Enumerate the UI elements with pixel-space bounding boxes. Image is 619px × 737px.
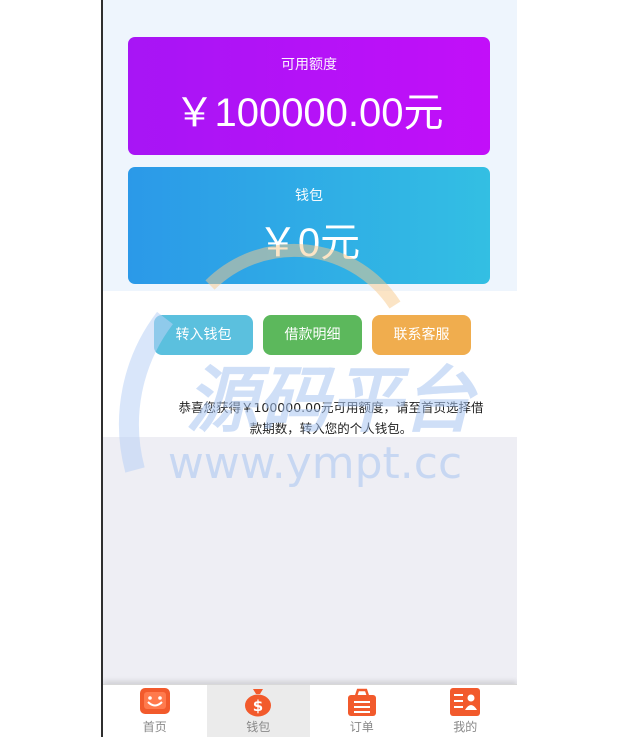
wallet-page: 可用额度 ￥100000.00元 钱包 ￥0元 转入钱包 借款明细 联系客服 恭…	[103, 0, 517, 737]
loan-detail-button[interactable]: 借款明细	[263, 315, 362, 355]
contact-service-button[interactable]: 联系客服	[372, 315, 471, 355]
svg-text:$: $	[253, 697, 263, 715]
action-section: 转入钱包 借款明细 联系客服 恭喜您获得￥100000.00元可用额度，请至首页…	[103, 291, 517, 437]
available-quota-card: 可用额度 ￥100000.00元	[128, 37, 490, 155]
tab-home[interactable]: 首页	[103, 685, 207, 737]
smiley-box-icon	[139, 688, 170, 714]
money-bag-icon: $	[245, 689, 272, 717]
wallet-amount: ￥0元	[257, 221, 361, 265]
quota-amount: ￥100000.00元	[174, 91, 444, 135]
bottom-tab-bar: 首页 $ 钱包 订单 我的	[103, 684, 517, 737]
tab-wallet[interactable]: $ 钱包	[206, 685, 310, 737]
tab-mine[interactable]: 我的	[414, 685, 518, 737]
wallet-balance-card: 钱包 ￥0元	[128, 167, 490, 284]
profile-card-icon	[450, 688, 481, 716]
basket-icon	[347, 688, 376, 716]
tab-orders[interactable]: 订单	[310, 685, 414, 737]
balance-section: 可用额度 ￥100000.00元 钱包 ￥0元	[103, 0, 517, 291]
transfer-to-wallet-button[interactable]: 转入钱包	[154, 315, 253, 355]
tab-home-label: 首页	[142, 720, 167, 734]
tab-wallet-label: 钱包	[246, 720, 271, 734]
tab-orders-label: 订单	[349, 720, 374, 734]
wallet-label: 钱包	[295, 188, 323, 204]
congrats-message: 恭喜您获得￥100000.00元可用额度，请至首页选择借款期数，转入您的个人钱包…	[178, 400, 484, 436]
tab-mine-label: 我的	[453, 720, 478, 734]
quota-label: 可用额度	[281, 57, 337, 73]
